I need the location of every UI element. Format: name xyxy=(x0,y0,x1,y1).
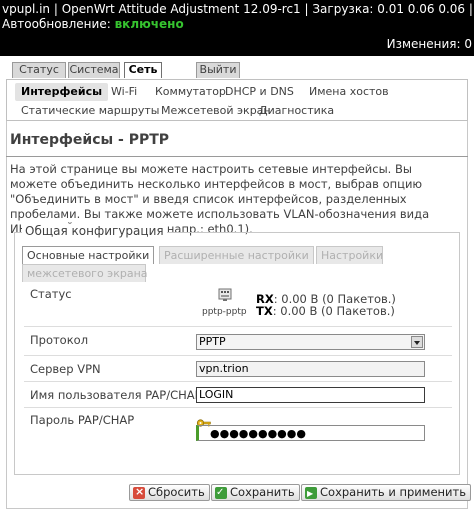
title-divider xyxy=(6,156,468,157)
subtab-dhcp-dns[interactable]: DHCP и DNS xyxy=(219,83,300,101)
subtab-hostnames[interactable]: Имена хостов xyxy=(303,83,395,101)
tx-label: TX xyxy=(256,304,273,318)
tab-system[interactable]: Система xyxy=(68,62,120,78)
protocol-selected-value: PPTP xyxy=(199,335,226,348)
row-divider xyxy=(24,381,452,382)
autorefresh-line[interactable]: Автообновление: включено xyxy=(2,17,184,31)
row-divider xyxy=(24,355,452,356)
protocol-label: Протокол xyxy=(30,333,89,347)
tab-basic-settings[interactable]: Основные настройки xyxy=(22,246,155,264)
server-label: Сервер VPN xyxy=(30,362,101,376)
subtab-static-routes[interactable]: Статические маршруты xyxy=(15,102,165,120)
page-title: Интерфейсы - PPTP xyxy=(10,132,170,148)
tab-advanced-settings[interactable]: Расширенные настройки xyxy=(159,246,314,264)
tx-value: : 0.00 В (0 Пакетов.) xyxy=(272,304,395,318)
save-button[interactable]: Сохранить xyxy=(211,484,300,501)
row-divider xyxy=(24,407,452,408)
tab-network[interactable]: Сеть xyxy=(124,62,162,78)
subtab-wifi[interactable]: Wi-Fi xyxy=(105,83,143,101)
tx-stats: TX: 0.00 В (0 Пакетов.) xyxy=(256,304,395,318)
username-input[interactable]: LOGIN xyxy=(196,387,425,403)
password-label: Пароль PAP/CHAP xyxy=(30,413,135,427)
username-label: Имя пользователя PAP/CHAP xyxy=(30,388,202,402)
reset-button-label: Сбросить xyxy=(148,485,205,499)
reset-button[interactable]: Сбросить xyxy=(129,484,210,501)
sub-navigation: Интерфейсы Wi-Fi Коммутатор DHCP и DNS И… xyxy=(6,79,468,121)
dropdown-arrow-icon[interactable] xyxy=(411,336,423,348)
reset-icon xyxy=(133,484,145,499)
top-header: vpupl.in | OpenWrt Attitude Adjustment 1… xyxy=(0,0,474,56)
network-interface-icon xyxy=(218,288,232,301)
apply-icon xyxy=(305,486,317,501)
save-apply-button[interactable]: Сохранить и применить xyxy=(301,484,471,501)
protocol-select[interactable]: PPTP xyxy=(196,334,425,350)
tab-logout[interactable]: Выйти xyxy=(196,62,240,78)
fieldset-legend: Общая конфигурация xyxy=(22,224,167,238)
subtab-diagnostics[interactable]: Диагностика xyxy=(253,102,340,120)
tab-firewall-settings-cont[interactable]: межсетевого экрана xyxy=(22,264,148,282)
tab-status[interactable]: Статус xyxy=(12,62,66,78)
autorefresh-value[interactable]: включено xyxy=(115,17,184,31)
subtab-interfaces[interactable]: Интерфейсы xyxy=(15,83,109,101)
header-status-line: vpupl.in | OpenWrt Attitude Adjustment 1… xyxy=(2,2,473,16)
save-icon xyxy=(215,485,227,500)
row-divider xyxy=(24,326,452,327)
interface-name: pptp-pptp xyxy=(202,307,247,317)
status-label: Статус xyxy=(30,287,72,301)
save-apply-button-label: Сохранить и применить xyxy=(320,485,466,499)
changes-counter[interactable]: Изменения: 0 xyxy=(387,37,472,51)
save-button-label: Сохранить xyxy=(230,485,295,499)
tab-firewall-settings[interactable]: Настройки xyxy=(316,246,383,264)
password-masked-value: ●●●●●●●●●● xyxy=(210,427,306,440)
server-input[interactable]: vpn.trion xyxy=(196,361,425,377)
autorefresh-label: Автообновление: xyxy=(2,17,111,31)
